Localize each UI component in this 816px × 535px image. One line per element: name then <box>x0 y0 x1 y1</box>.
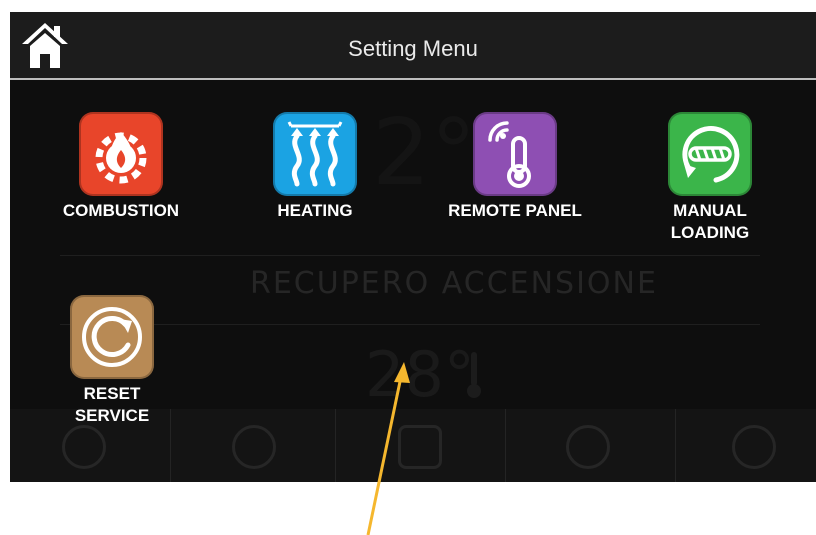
ghost-bar-divider <box>505 409 506 482</box>
remote-thermometer-icon <box>473 112 557 196</box>
remote-panel-button[interactable]: REMOTE PANEL <box>430 112 600 222</box>
flame-gear-icon <box>79 112 163 196</box>
ghost-bar-divider <box>675 409 676 482</box>
combustion-button[interactable]: COMBUSTION <box>46 112 196 222</box>
ghost-divider <box>60 255 760 256</box>
header-bar: Setting Menu <box>10 12 816 80</box>
remote-panel-label: REMOTE PANEL <box>448 201 582 220</box>
ghost-room-temperature: 28° <box>365 338 475 411</box>
heat-waves-icon <box>273 112 357 196</box>
ghost-thermometer-icon <box>467 352 481 398</box>
reset-cycle-icon <box>70 295 154 379</box>
ghost-status-text: RECUPERO ACCENSIONE <box>250 266 658 301</box>
heating-label: HEATING <box>277 201 353 220</box>
ghost-gear-icon <box>232 425 276 469</box>
manual-loading-label: MANUAL LOADING <box>670 201 750 242</box>
ghost-power-icon <box>62 425 106 469</box>
ghost-edit-icon <box>398 425 442 469</box>
combustion-label: COMBUSTION <box>62 201 180 220</box>
ghost-temp-icon <box>732 425 776 469</box>
page-title: Setting Menu <box>348 36 478 61</box>
ghost-bar-divider <box>335 409 336 482</box>
device-screen: 2° RECUPERO ACCENSIONE 28° Setting Menu <box>10 12 816 482</box>
reset-service-button[interactable]: RESET SERVICE <box>52 295 172 427</box>
auger-loading-icon <box>668 112 752 196</box>
heating-button[interactable]: HEATING <box>245 112 385 222</box>
reset-service-label: RESET SERVICE <box>74 384 150 425</box>
ghost-info-icon <box>566 425 610 469</box>
manual-loading-button[interactable]: MANUAL LOADING <box>640 112 780 244</box>
